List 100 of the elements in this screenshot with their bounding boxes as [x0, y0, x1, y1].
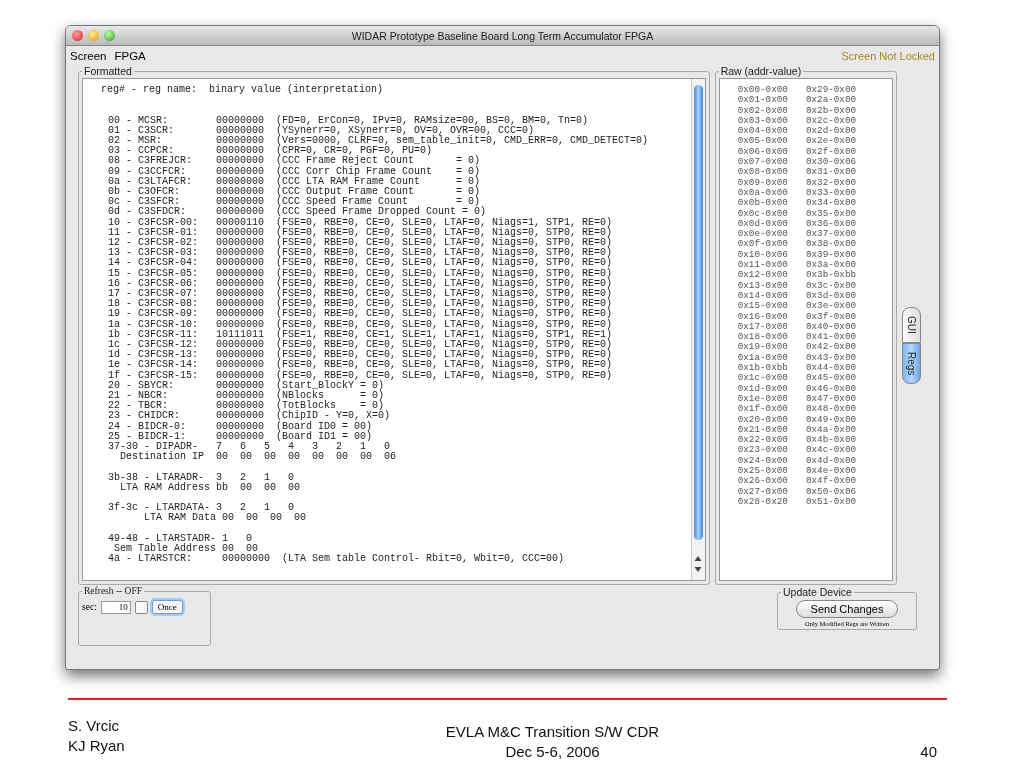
raw-entry: 0x0e-0x00 [737, 229, 788, 240]
raw-entry: 0x44-0x00 [805, 363, 857, 374]
raw-entry: 0x4f-0x00 [805, 476, 857, 487]
raw-entry: 0x20-0x00 [737, 414, 788, 425]
author-name: KJ Ryan [68, 736, 125, 756]
raw-entry: 0x27-0x00 [737, 486, 788, 497]
raw-entry: 0x2e-0x00 [805, 136, 857, 147]
register-line: 16 - C3FCSR-06: 00000000 (FSE=0, RBE=0, CE=0, SLE=0, LTAF=0, Niags=0, STP0, RE=0) [108, 278, 614, 289]
raw-entry: 0x37-0x00 [805, 229, 857, 240]
send-changes-button[interactable]: Send Changes [795, 600, 899, 618]
footer-title: Dec 5-6, 2006 [504, 742, 601, 762]
register-line: 4a - LTARSTCR: 00000000 (LTA Sem table Control- Rbit=0, Wbit=0, CCC=00) [108, 554, 566, 565]
raw-entry: 0x0c-0x00 [737, 208, 788, 219]
raw-entry: 0x17-0x00 [737, 321, 788, 333]
raw-entry: 0x19-0x00 [737, 342, 788, 353]
raw-entry: 0x32-0x00 [805, 177, 857, 188]
raw-entry: 0x12-0x00 [737, 270, 788, 281]
scroll-thumb[interactable] [693, 85, 703, 540]
raw-entry: 0x50-0x06 [805, 486, 857, 497]
register-line: 3b-38 - LTARADR- 3 2 1 0 [108, 472, 296, 483]
register-line: 15 - C3FCSR-05: 00000000 (FSE=0, RBE=0, CE=0, SLE=0, LTAF=0, Niags=0, STP0, RE=0) [108, 268, 614, 279]
raw-entry: 0x39-0x00 [805, 249, 857, 261]
raw-entry: 0x38-0x00 [805, 239, 857, 250]
raw-entry: 0x48-0x00 [805, 404, 857, 415]
raw-entry: 0x43-0x00 [805, 352, 857, 363]
register-line: 22 - TBCR: 00000000 (TotBlocks = 0) [108, 401, 385, 412]
register-line: 49-48 - LTARSTADR- 1 0 [108, 533, 254, 544]
raw-entry: 0x51-0x00 [805, 496, 857, 508]
raw-entry: 0x4e-0x00 [805, 466, 857, 476]
register-line: 18 - C3FCSR-08: 00000000 (FSE=0, RBE=0, CE=0, SLE=0, LTAF=0, Niags=0, STP0, RE=0) [108, 299, 614, 310]
register-line: 14 - C3FCSR-04: 00000000 (FSE=0, RBE=0, CE=0, SLE=0, LTAF=0, Niags=0, STP0, RE=0) [108, 258, 614, 269]
register-line: 20 - SBYCR: 00000000 (Start_BlockY = 0) [108, 380, 385, 391]
column-header-line: reg# - reg name: binary value (interpretation) [101, 85, 385, 96]
raw-entry: 0x0a-0x00 [737, 187, 788, 198]
raw-entry: 0x05-0x00 [737, 136, 788, 147]
register-line: 19 - C3FCSR-09: 00000000 (FSE=0, RBE=0, CE=0, SLE=0, LTAF=0, Niags=0, STP0, RE=0) [108, 309, 614, 320]
raw-entry: 0x2f-0x00 [805, 146, 857, 158]
raw-entry: 0x45-0x00 [805, 373, 857, 384]
side-tab[interactable]: Regs [902, 342, 921, 385]
raw-entry: 0x3b-0xbb [805, 270, 857, 281]
raw-entry: 0x34-0x00 [805, 198, 857, 209]
register-line: 10 - C3FCSR-00: 00000110 (FSE=0, RBE=0, CE=0, SLE=0, LTAF=0, Niags=1, STP1, RE=0) [108, 217, 614, 228]
author-name: S. Vrcic [68, 716, 121, 736]
raw-entry: 0x1b-0xbb [737, 363, 788, 374]
register-line: LTA RAM Address bb 00 00 00 [119, 482, 302, 494]
register-line: 25 - BIDCR-1: 00000000 (Board ID1 = 00) [108, 431, 374, 443]
menu-item[interactable]: Screen [70, 49, 107, 62]
raw-entry: 0x28-0x20 [737, 496, 788, 508]
raw-entry: 0x4b-0x00 [805, 435, 857, 446]
scroll-bar[interactable] [690, 79, 705, 580]
raw-entry: 0x3f-0x00 [805, 311, 857, 322]
raw-entry: 0x18-0x00 [737, 332, 788, 343]
register-line: 23 - CHIDCR: 00000000 (ChipID - Y=0, X=0) [108, 411, 392, 422]
raw-entry: 0x1d-0x00 [737, 383, 788, 394]
raw-entry: 0x40-0x00 [805, 321, 857, 333]
raw-entry: 0x14-0x00 [737, 290, 788, 302]
raw-entry: 0x04-0x00 [737, 126, 788, 137]
window-title: WIDAR Prototype Baseline Board Long Term Accumulator FPGA [351, 29, 654, 42]
zoom-icon[interactable] [104, 30, 115, 41]
panel-title: Raw (addr-value) [719, 65, 803, 77]
refresh-checkbox[interactable] [134, 600, 148, 614]
panel-title: Formatted [83, 65, 133, 77]
raw-entry: 0x1a-0x00 [737, 352, 788, 363]
raw-entry: 0x26-0x00 [737, 476, 788, 487]
field-label: sec: [82, 602, 97, 612]
raw-entry: 0x3c-0x00 [805, 280, 857, 291]
raw-entry: 0x31-0x00 [805, 167, 857, 178]
raw-entry: 0x3d-0x00 [805, 290, 857, 302]
raw-entry: 0x15-0x00 [737, 301, 788, 312]
register-line: 24 - BIDCR-0: 00000000 (Board ID0 = 00) [108, 421, 373, 432]
scroll-arrows-icon[interactable] [693, 554, 704, 574]
raw-entry: 0x1e-0x00 [737, 393, 788, 404]
raw-entry: 0x0b-0x00 [737, 198, 788, 209]
raw-entry: 0x3a-0x00 [805, 260, 857, 271]
raw-entry: 0x3e-0x00 [805, 301, 857, 312]
raw-entry: 0x4a-0x00 [805, 424, 857, 435]
raw-entry: 0x25-0x00 [737, 466, 788, 477]
seconds-field[interactable]: 10 [100, 600, 131, 614]
raw-entry: 0x11-0x00 [737, 260, 788, 271]
raw-entry: 0x0d-0x00 [737, 218, 788, 230]
raw-entry: 0x23-0x00 [737, 445, 788, 456]
raw-entry: 0x42-0x00 [805, 342, 857, 353]
side-tab[interactable]: GUI [902, 307, 921, 343]
raw-entry: 0x08-0x00 [737, 167, 788, 178]
raw-entry: 0x4c-0x00 [805, 445, 857, 456]
raw-entry: 0x16-0x00 [737, 311, 788, 322]
raw-entry: 0x21-0x00 [737, 424, 788, 436]
register-line: 1a - C3FCSR-10: 00000000 (FSE=0, RBE=0, CE=0, SLE=0, LTAF=0, Niags=0, STP0, RE=0) [108, 319, 614, 330]
raw-entry: 0x03-0x00 [737, 115, 788, 127]
menu-item[interactable]: FPGA [114, 49, 146, 62]
raw-entry: 0x2c-0x00 [805, 115, 857, 126]
register-line: 3f-3c - LTARDATA- 3 2 1 0 [108, 503, 295, 514]
once-button[interactable]: Once [151, 600, 183, 614]
close-icon[interactable] [72, 30, 83, 41]
register-line: 21 - NBCR: 00000000 (NBlocks = 0) [108, 391, 386, 402]
register-line: 0a - C3LTAFCR: 00000000 (CCC LTA RAM Frame Count = 0) [108, 176, 482, 187]
raw-entry: 0x09-0x00 [737, 177, 788, 188]
raw-entry: 0x07-0x00 [737, 157, 788, 168]
raw-entry: 0x29-0x00 [805, 85, 857, 96]
raw-entry: 0x24-0x00 [737, 455, 788, 466]
